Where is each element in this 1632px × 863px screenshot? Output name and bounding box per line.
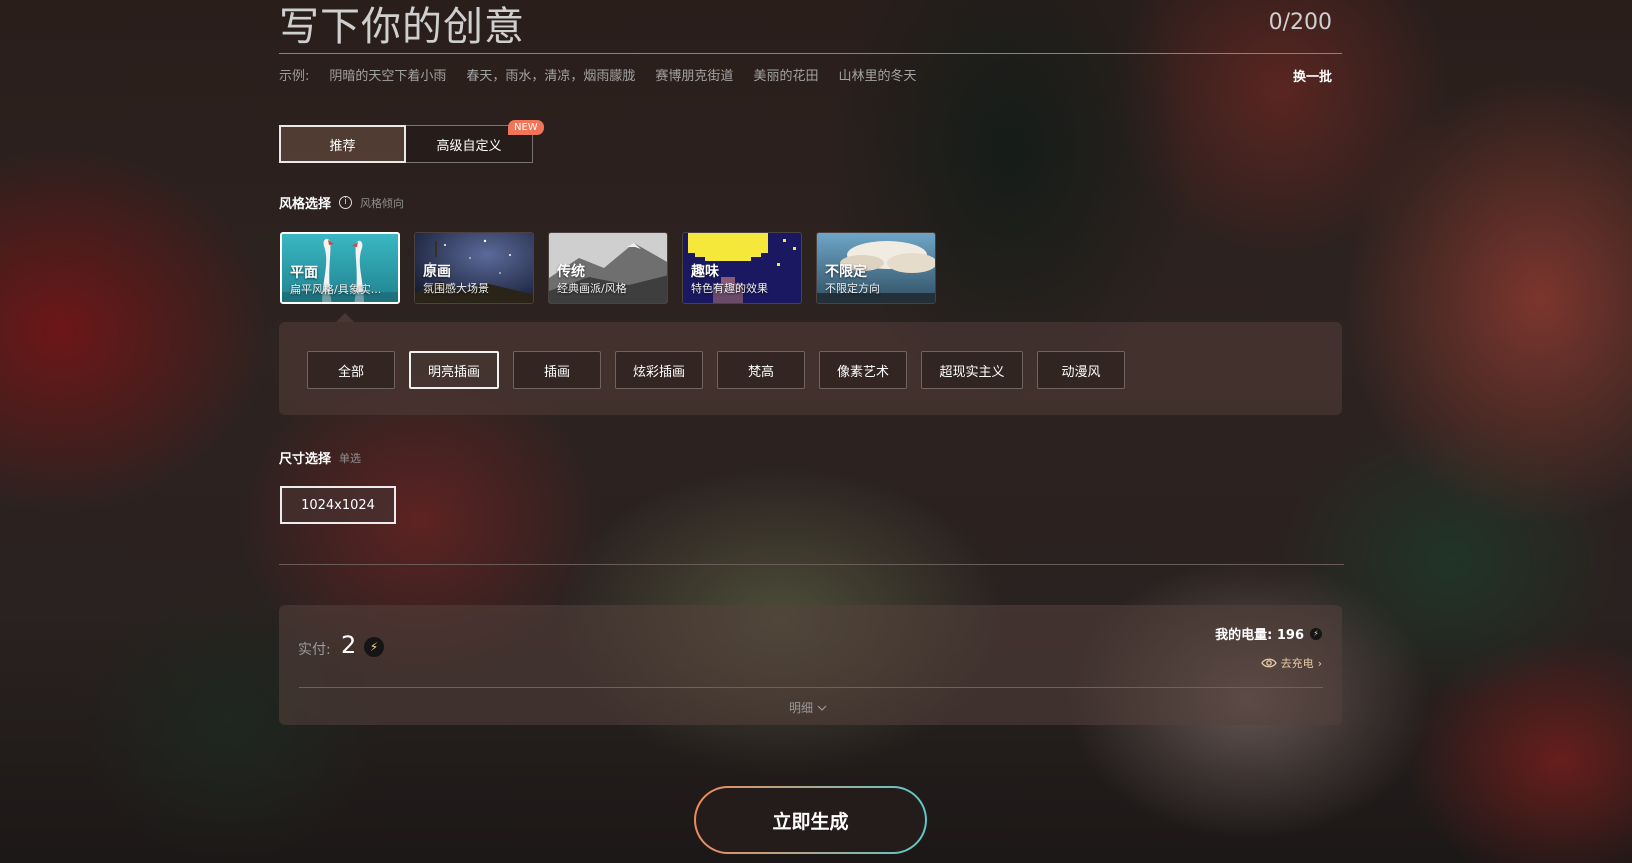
title-underline (279, 53, 1342, 54)
energy-icon: ⚡ (364, 637, 384, 657)
style-card-desc: 氛围感大场景 (423, 282, 489, 295)
generate-button[interactable]: 立即生成 (694, 786, 927, 854)
style-card-concept-art[interactable]: 原画 氛围感大场景 (414, 232, 534, 304)
style-card-name: 平面 (290, 265, 318, 281)
details-toggle[interactable]: 明细 (789, 699, 827, 716)
new-badge: NEW (508, 120, 544, 135)
prompt-input-placeholder[interactable]: 写下你的创意 (279, 0, 525, 54)
example-item[interactable]: 山林里的冬天 (838, 65, 916, 84)
style-card-name: 传统 (557, 264, 585, 280)
style-card-desc: 不限定方向 (825, 282, 880, 295)
style-section-header: 风格选择 i 风格倾向 (279, 193, 404, 212)
substyle-chip-all[interactable]: 全部 (307, 351, 395, 389)
mode-tabs: 推荐 高级自定义 (279, 125, 533, 163)
example-item[interactable]: 美丽的花田 (753, 65, 818, 84)
example-item[interactable]: 阴暗的天空下着小雨 (329, 65, 446, 84)
pay-label: 实付: (298, 642, 331, 658)
balance-text: 我的电量: 196 (1215, 628, 1304, 643)
size-section-header: 尺寸选择 单选 (279, 448, 362, 468)
substyle-chip-illustration[interactable]: 插画 (513, 351, 601, 389)
recharge-label: 去充电 (1280, 657, 1314, 670)
substyle-chip-bright-illustration[interactable]: 明亮插画 (409, 351, 499, 389)
style-card-desc: 特色有趣的效果 (691, 282, 768, 295)
style-card-traditional[interactable]: 传统 经典画派/风格 (548, 232, 668, 304)
substyle-chip-anime[interactable]: 动漫风 (1037, 351, 1125, 389)
example-item[interactable]: 春天，雨水，清凉，烟雨朦胧 (466, 65, 635, 84)
style-card-desc: 扁平风格/具象实... (290, 283, 382, 296)
style-card-flat[interactable]: 平面 扁平风格/具象实... (280, 232, 400, 304)
chevron-down-icon (817, 705, 827, 711)
example-item[interactable]: 赛博朋克街道 (655, 65, 733, 84)
panel-caret (336, 313, 354, 322)
style-section-label: 风格选择 (279, 197, 332, 212)
style-card-name: 趣味 (691, 264, 719, 280)
tab-recommended[interactable]: 推荐 (279, 125, 406, 163)
chevron-right-icon: › (1317, 656, 1322, 670)
energy-balance: 我的电量: 196 ⚡ (1215, 624, 1322, 643)
examples-label: 示例: (279, 69, 310, 84)
style-card-name: 原画 (423, 264, 451, 280)
details-label: 明细 (789, 701, 814, 715)
substyle-chip-van-gogh[interactable]: 梵高 (717, 351, 805, 389)
energy-icon: ⚡ (1310, 627, 1322, 640)
style-section-sub: 风格倾向 (360, 196, 405, 210)
size-option-1024[interactable]: 1024x1024 (280, 486, 396, 524)
examples-row: 示例: 阴暗的天空下着小雨 春天，雨水，清凉，烟雨朦胧 赛博朋克街道 美丽的花田… (279, 65, 916, 84)
size-section-sub: 单选 (339, 451, 362, 465)
eye-icon (1260, 658, 1277, 668)
substyle-chip-colorful-illustration[interactable]: 炫彩插画 (615, 351, 703, 389)
style-card-desc: 经典画派/风格 (557, 282, 627, 295)
size-section-label: 尺寸选择 (279, 452, 332, 467)
char-counter: 0/200 (1268, 10, 1332, 35)
recharge-link[interactable]: 去充电 › (1260, 655, 1322, 671)
info-icon[interactable]: i (339, 196, 353, 209)
style-card-fun[interactable]: 趣味 特色有趣的效果 (682, 232, 802, 304)
substyle-chip-pixel-art[interactable]: 像素艺术 (819, 351, 907, 389)
style-card-unrestricted[interactable]: 不限定 不限定方向 (816, 232, 936, 304)
refresh-examples-button[interactable]: 换一批 (1293, 66, 1332, 85)
substyle-chips: 全部 明亮插画 插画 炫彩插画 梵高 像素艺术 超现实主义 动漫风 (307, 351, 1125, 389)
style-card-name: 不限定 (825, 264, 867, 280)
style-cards: 平面 扁平风格/具象实... 原画 氛围感大场景 传统 经典画派/风格 趣味 特… (280, 232, 936, 304)
substyle-chip-surrealism[interactable]: 超现实主义 (921, 351, 1023, 389)
pay-amount: 2 (341, 631, 357, 659)
payment-divider (299, 687, 1323, 688)
section-divider (279, 564, 1344, 565)
